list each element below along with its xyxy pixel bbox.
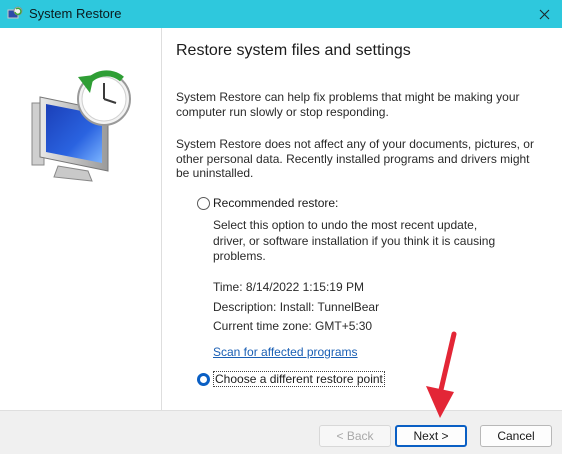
recommended-restore-option[interactable]: Recommended restore: [197,196,338,210]
button-bar: < Back Next > Cancel [0,410,562,454]
close-icon [539,9,549,19]
radio-different-point[interactable] [197,372,210,386]
cancel-button[interactable]: Cancel [480,425,552,447]
restore-time: Time: 8/14/2022 1:15:19 PM [213,280,364,294]
red-arrow [426,331,457,418]
scan-affected-programs-link[interactable]: Scan for affected programs [213,345,358,359]
close-button[interactable] [526,0,562,28]
recommended-restore-label: Recommended restore: [213,196,339,210]
radio-recommended[interactable] [197,196,210,210]
recommended-restore-description: Select this option to undo the most rece… [213,218,496,263]
restore-timezone: Current time zone: GMT+5:30 [213,319,373,333]
system-restore-icon [7,6,23,19]
left-panel [0,28,162,410]
computer-clock-icon [31,70,131,182]
note-text: System Restore does not affect any of yo… [176,137,534,180]
page-title: Restore system files and settings [176,42,411,59]
next-button[interactable]: Next > [395,425,467,447]
window-title: System Restore [29,6,122,21]
title-bar: System Restore [0,0,562,28]
back-button[interactable]: < Back [319,425,391,447]
system-restore-window: System Restore Restore system files and … [0,0,562,454]
intro-text: System Restore can help fix problems tha… [176,90,520,119]
different-restore-point-label: Choose a different restore point [213,371,385,387]
different-restore-point-option[interactable]: Choose a different restore point [197,371,385,387]
restore-description: Description: Install: TunnelBear [213,300,380,314]
